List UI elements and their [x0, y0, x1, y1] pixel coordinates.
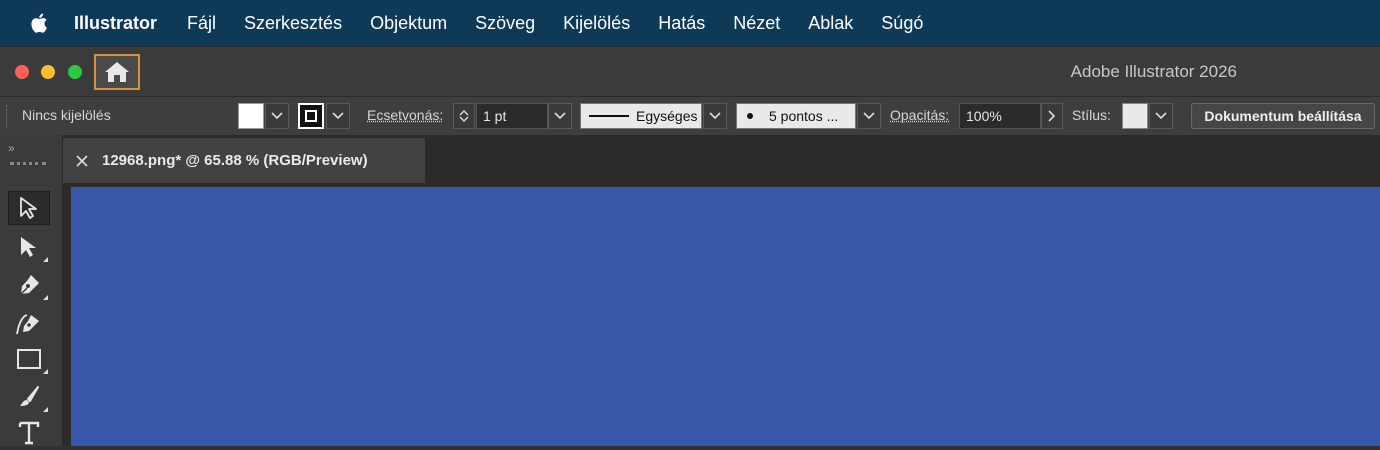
artboard[interactable] — [71, 187, 1380, 446]
curvature-tool[interactable] — [8, 307, 50, 341]
stroke-weight-dropdown[interactable] — [548, 103, 572, 129]
fill-swatch[interactable] — [238, 103, 264, 129]
minimize-window-button[interactable] — [41, 65, 55, 79]
selection-tool[interactable] — [8, 191, 50, 225]
chevron-down-icon — [863, 112, 875, 120]
opacity-input[interactable]: 100% — [959, 103, 1041, 129]
tools-panel: » — [0, 135, 63, 446]
selection-arrow-icon — [20, 197, 37, 219]
opacity-label[interactable]: Opacitás: — [890, 107, 949, 123]
menu-view[interactable]: Nézet — [733, 13, 780, 34]
profile-dropdown[interactable] — [703, 103, 727, 129]
menu-object[interactable]: Objektum — [370, 13, 447, 34]
document-tab[interactable]: 12968.png* @ 65.88 % (RGB/Preview) — [63, 138, 425, 183]
menu-file[interactable]: Fájl — [187, 13, 216, 34]
rectangle-icon — [17, 349, 41, 369]
document-setup-button[interactable]: Dokumentum beállítása — [1191, 103, 1375, 129]
style-swatch[interactable] — [1122, 103, 1148, 129]
direct-selection-tool[interactable] — [8, 230, 50, 264]
pen-nib-icon — [20, 275, 39, 295]
paintbrush-icon — [20, 386, 39, 406]
stroke-weight-input[interactable]: 1 pt — [476, 103, 548, 129]
pen-tool[interactable] — [8, 268, 50, 302]
document-tab-title: 12968.png* @ 65.88 % (RGB/Preview) — [102, 152, 368, 169]
stroke-swatch-inner — [305, 110, 317, 122]
apple-logo-icon[interactable] — [28, 11, 52, 35]
chevron-down-icon — [271, 112, 283, 120]
close-icon[interactable] — [76, 154, 88, 167]
direct-selection-arrow-icon — [21, 237, 36, 257]
control-bar-grip[interactable] — [6, 105, 9, 127]
brush-definition[interactable]: 5 pontos ... — [736, 103, 856, 129]
menu-select[interactable]: Kijelölés — [563, 13, 630, 34]
curvature-pen-icon — [16, 314, 39, 335]
home-icon — [105, 62, 129, 82]
menu-type[interactable]: Szöveg — [475, 13, 535, 34]
submenu-indicator — [43, 407, 48, 412]
paintbrush-tool[interactable] — [8, 380, 50, 414]
collapse-panel-icon[interactable]: » — [8, 141, 15, 155]
rectangle-tool[interactable] — [8, 342, 50, 376]
zoom-window-button[interactable] — [68, 65, 82, 79]
close-window-button[interactable] — [15, 65, 29, 79]
variable-width-profile[interactable]: Egységes — [580, 103, 702, 129]
document-tab-bar: 12968.png* @ 65.88 % (RGB/Preview) — [63, 135, 1380, 183]
opacity-expand[interactable] — [1041, 103, 1063, 129]
stroke-label[interactable]: Ecsetvonás: — [367, 107, 443, 123]
brush-dot-icon — [747, 113, 753, 119]
menu-window[interactable]: Ablak — [808, 13, 853, 34]
fill-dropdown[interactable] — [265, 103, 289, 129]
chevron-down-icon — [1155, 112, 1167, 120]
type-t-icon — [18, 421, 40, 445]
stroke-line-preview — [589, 115, 629, 117]
submenu-indicator — [43, 257, 48, 262]
chevron-down-icon — [459, 116, 469, 122]
brush-dropdown[interactable] — [857, 103, 881, 129]
menu-bar: Illustrator Fájl Szerkesztés Objektum Sz… — [0, 0, 1380, 46]
home-button[interactable] — [94, 54, 140, 90]
style-label: Stílus: — [1072, 107, 1111, 123]
profile-label: Egységes — [636, 108, 698, 124]
canvas-area[interactable] — [63, 183, 1380, 446]
submenu-indicator — [43, 295, 48, 300]
stroke-swatch[interactable] — [298, 103, 324, 129]
brush-label: 5 pontos ... — [769, 108, 839, 124]
window-title-bar: Adobe Illustrator 2026 — [0, 46, 1380, 97]
stroke-dropdown[interactable] — [326, 103, 350, 129]
selection-status: Nincs kijelölés — [22, 107, 111, 123]
menu-help[interactable]: Súgó — [881, 13, 923, 34]
panel-grip[interactable] — [10, 162, 46, 165]
chevron-up-icon — [459, 110, 469, 116]
style-dropdown[interactable] — [1149, 103, 1173, 129]
window-title: Adobe Illustrator 2026 — [1070, 62, 1237, 81]
chevron-down-icon — [709, 112, 721, 120]
control-bar: Nincs kijelölés Ecsetvonás: 1 pt Egysége… — [0, 96, 1380, 136]
type-tool[interactable] — [8, 416, 50, 450]
menu-effect[interactable]: Hatás — [658, 13, 705, 34]
chevron-down-icon — [554, 112, 566, 120]
chevron-down-icon — [332, 112, 344, 120]
menu-app-illustrator[interactable]: Illustrator — [74, 13, 157, 34]
menu-edit[interactable]: Szerkesztés — [244, 13, 342, 34]
stroke-weight-stepper[interactable] — [453, 103, 475, 129]
chevron-right-icon — [1048, 110, 1056, 122]
submenu-indicator — [43, 369, 48, 374]
